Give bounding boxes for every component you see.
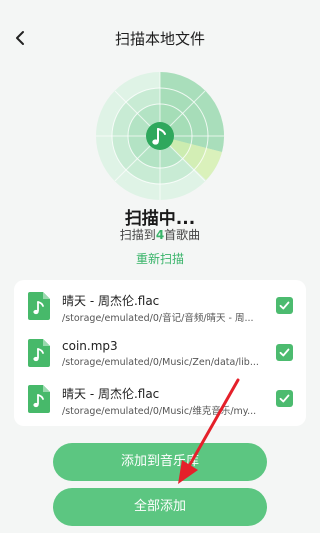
- check-icon: [279, 348, 290, 357]
- check-icon: [279, 394, 290, 403]
- file-row[interactable]: coin.mp3 /storage/emulated/0/Music/Zen/d…: [14, 331, 306, 375]
- check-icon: [279, 301, 290, 310]
- audio-file-icon: [28, 292, 50, 320]
- rescan-link[interactable]: 重新扫描: [0, 250, 320, 267]
- scan-result-text: 扫描到4首歌曲: [0, 226, 320, 243]
- audio-file-icon: [28, 339, 50, 367]
- file-path: /storage/emulated/0/音记/音频/晴天 - 周...: [62, 313, 254, 324]
- annotation-arrow-icon: [178, 378, 240, 484]
- page-title: 扫描本地文件: [114, 30, 205, 48]
- file-row[interactable]: 晴天 - 周杰伦.flac /storage/emulated/0/音记/音频/…: [14, 284, 306, 328]
- file-checkbox[interactable]: [276, 297, 293, 314]
- top-bar: 扫描本地文件: [0, 0, 320, 78]
- file-checkbox[interactable]: [276, 390, 293, 407]
- file-row[interactable]: 晴天 - 周杰伦.flac /storage/emulated/0/Music/…: [14, 377, 306, 421]
- found-prefix: 扫描到: [119, 228, 156, 242]
- scan-radar: [96, 71, 225, 200]
- file-name: 晴天 - 周杰伦.flac: [62, 294, 160, 308]
- file-name: coin.mp3: [62, 339, 118, 353]
- found-count: 4: [155, 228, 165, 242]
- file-list: 晴天 - 周杰伦.flac /storage/emulated/0/音记/音频/…: [14, 280, 306, 426]
- audio-file-icon: [28, 385, 50, 413]
- file-path: /storage/emulated/0/Music/Zen/data/lib..…: [62, 357, 259, 368]
- found-suffix: 首歌曲: [164, 228, 201, 242]
- add-all-button[interactable]: 全部添加: [53, 488, 267, 526]
- file-checkbox[interactable]: [276, 344, 293, 361]
